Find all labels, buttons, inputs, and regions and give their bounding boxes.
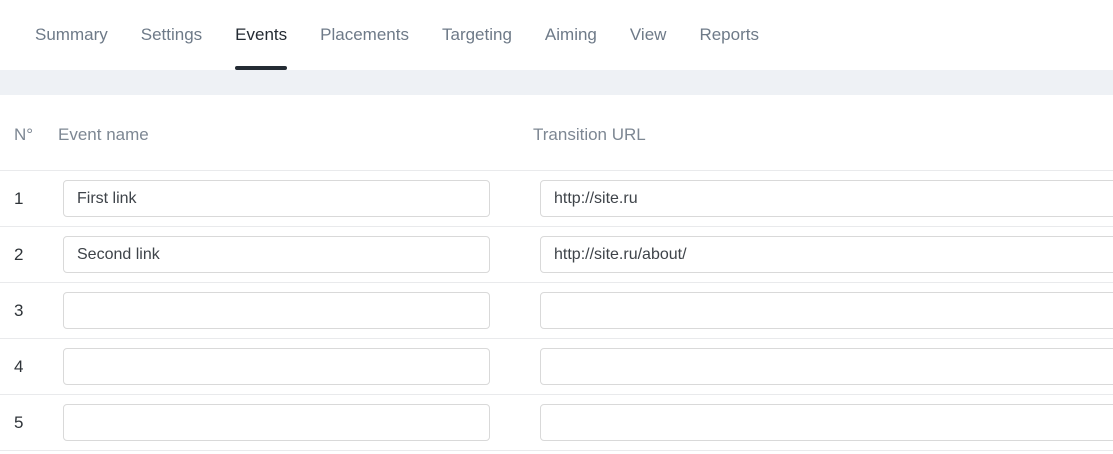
column-header-transition-url: Transition URL [533,125,646,145]
event-name-input[interactable] [63,348,490,385]
transition-url-input[interactable] [540,404,1113,441]
event-name-input[interactable] [63,404,490,441]
table-row: 5 [0,395,1113,451]
tab-summary[interactable]: Summary [35,0,108,70]
table-header: N° Event name Transition URL [0,95,1113,170]
row-number: 5 [14,413,63,433]
tab-events[interactable]: Events [235,0,287,70]
tab-reports[interactable]: Reports [699,0,759,70]
tab-settings[interactable]: Settings [141,0,202,70]
column-header-event-name: Event name [58,125,149,145]
tab-bar-strip [0,70,1113,95]
table-row: 4 [0,339,1113,395]
tab-placements[interactable]: Placements [320,0,409,70]
row-number: 4 [14,357,63,377]
transition-url-input[interactable] [540,292,1113,329]
table-row: 3 [0,283,1113,339]
event-name-input[interactable] [63,292,490,329]
table-row: 1 [0,171,1113,227]
tab-targeting[interactable]: Targeting [442,0,512,70]
column-header-number: N° [14,125,33,145]
row-number: 1 [14,189,63,209]
tab-bar: Summary Settings Events Placements Targeting… [0,0,1113,70]
page: Summary Settings Events Placements Targeting… [0,0,1113,454]
transition-url-input[interactable] [540,236,1113,273]
tab-aiming[interactable]: Aiming [545,0,597,70]
transition-url-input[interactable] [540,348,1113,385]
tab-view[interactable]: View [630,0,667,70]
event-name-input[interactable] [63,236,490,273]
event-name-input[interactable] [63,180,490,217]
row-number: 3 [14,301,63,321]
row-number: 2 [14,245,63,265]
events-table: 1 2 3 4 5 [0,170,1113,451]
table-row: 2 [0,227,1113,283]
transition-url-input[interactable] [540,180,1113,217]
